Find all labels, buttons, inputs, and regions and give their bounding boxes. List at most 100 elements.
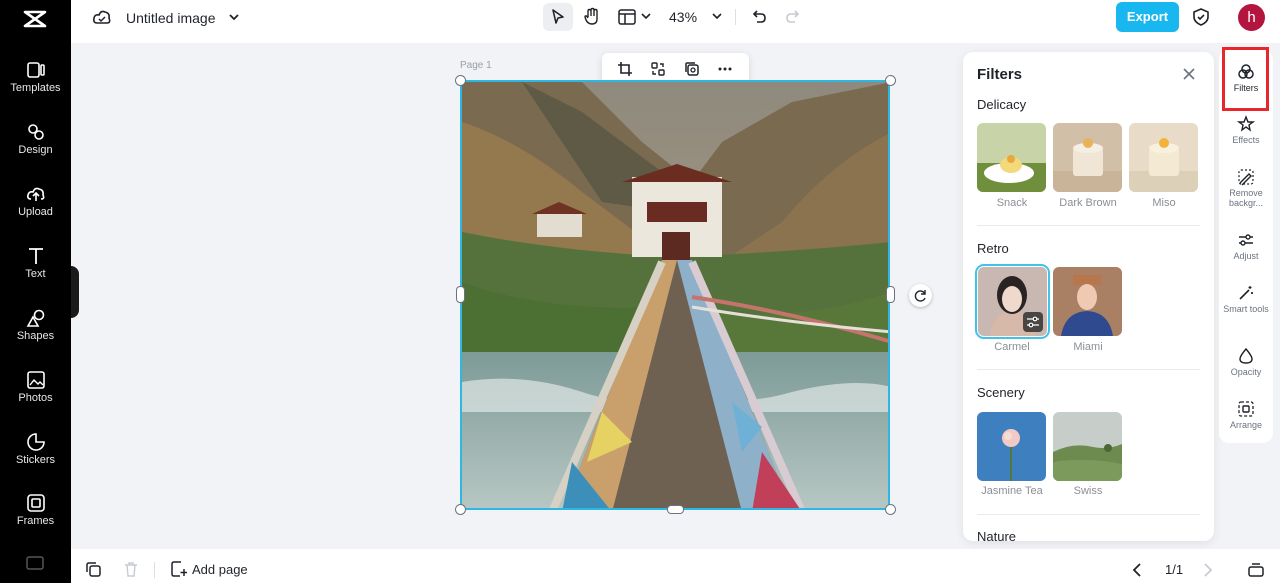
swiss-thumbnail — [1053, 412, 1122, 481]
duplicate-icon[interactable] — [684, 61, 700, 77]
chevron-down-icon[interactable] — [228, 12, 240, 22]
rail-item-arrange[interactable]: Arrange — [1219, 400, 1273, 430]
sidebar-item-label: Templates — [10, 82, 61, 94]
chevron-left-icon[interactable] — [1132, 563, 1142, 577]
duplicate-page-icon[interactable] — [86, 562, 101, 577]
filters-panel: Filters Delicacy Snack Dark Brown Miso R… — [963, 52, 1214, 541]
chevron-down-icon[interactable] — [712, 12, 722, 20]
sidebar-item-upload[interactable]: Upload — [0, 184, 71, 218]
document-title[interactable]: Untitled image — [126, 10, 216, 26]
canvas-image[interactable] — [460, 80, 890, 510]
resize-handle-right[interactable] — [886, 286, 895, 303]
rail-item-opacity[interactable]: Opacity — [1219, 347, 1273, 377]
filter-thumb-swiss[interactable] — [1053, 412, 1122, 481]
shapes-icon — [26, 309, 44, 327]
section-divider — [977, 369, 1200, 370]
replace-icon[interactable] — [650, 61, 666, 77]
section-title-nature: Nature — [977, 529, 1017, 541]
snack-thumbnail — [977, 123, 1046, 192]
redo-icon[interactable] — [785, 8, 801, 24]
section-divider — [977, 514, 1200, 515]
shield-icon[interactable] — [1193, 8, 1209, 26]
sidebar-item-label: Photos — [18, 392, 53, 404]
rail-item-remove-background[interactable]: Remove backgr... — [1219, 168, 1273, 208]
section-title-retro: Retro — [977, 241, 1009, 256]
zoom-level[interactable]: 43% — [669, 9, 697, 25]
rotate-icon — [914, 290, 926, 302]
rail-item-label: Effects — [1232, 135, 1260, 145]
rail-item-label: Remove backgr... — [1228, 188, 1264, 208]
pages-panel-icon[interactable] — [1248, 561, 1264, 577]
layout-icon[interactable] — [618, 9, 636, 25]
rail-item-adjust[interactable]: Adjust — [1219, 231, 1273, 261]
rail-item-label: Arrange — [1229, 420, 1263, 430]
filter-label: Carmel — [994, 341, 1030, 353]
resize-handle-bottom[interactable] — [667, 505, 684, 514]
chevron-down-icon[interactable] — [641, 12, 651, 20]
more-tools-icon[interactable] — [26, 556, 44, 570]
add-page-icon[interactable] — [171, 561, 187, 577]
close-icon[interactable] — [1181, 66, 1197, 82]
upload-icon — [26, 187, 44, 201]
resize-handle-bottom-right[interactable] — [885, 504, 896, 515]
capcut-logo-icon[interactable] — [22, 6, 48, 32]
page-counter: 1/1 — [1165, 562, 1184, 577]
filters-highlight-box — [1222, 47, 1269, 111]
frames-icon — [26, 494, 45, 512]
sidebar-item-frames[interactable]: Frames — [0, 493, 71, 527]
hand-tool-icon[interactable] — [583, 7, 601, 26]
filter-thumb-dark-brown[interactable] — [1053, 123, 1122, 192]
bottom-bar: Add page 1/1 — [71, 549, 1280, 583]
cloud-sync-icon[interactable] — [92, 8, 112, 26]
rail-item-smart-tools[interactable]: Smart tools — [1219, 284, 1273, 314]
text-icon — [28, 248, 43, 264]
filter-thumb-snack[interactable] — [977, 123, 1046, 192]
filter-label: Dark Brown — [1059, 197, 1117, 209]
bottom-divider — [154, 562, 155, 578]
jasmine-tea-thumbnail — [977, 412, 1046, 481]
select-tool-button[interactable] — [543, 3, 573, 31]
page-label: Page 1 — [460, 60, 492, 71]
export-button[interactable]: Export — [1116, 2, 1179, 32]
sidebar-item-label: Shapes — [16, 330, 55, 342]
resize-handle-top-left[interactable] — [455, 75, 466, 86]
undo-icon[interactable] — [751, 8, 767, 24]
sidebar-item-text[interactable]: Text — [0, 246, 71, 280]
miami-thumbnail — [1053, 267, 1122, 336]
filter-label: Jasmine Tea — [981, 485, 1043, 497]
avatar[interactable]: h — [1238, 4, 1265, 31]
adjust-filter-button[interactable] — [1023, 312, 1043, 332]
sidebar-item-stickers[interactable]: Stickers — [0, 432, 71, 466]
filter-thumb-miami[interactable] — [1053, 267, 1122, 336]
section-divider — [977, 225, 1200, 226]
photos-icon — [26, 371, 45, 389]
sidebar-item-design[interactable]: Design — [0, 122, 71, 156]
sidebar-item-shapes[interactable]: Shapes — [0, 308, 71, 342]
left-sidebar: Templates Design Upload Text Shapes Phot… — [0, 0, 71, 583]
sliders-icon — [1027, 316, 1039, 328]
add-page-button[interactable]: Add page — [192, 562, 248, 577]
rail-item-label: Opacity — [1230, 367, 1262, 377]
filter-thumb-miso[interactable] — [1129, 123, 1198, 192]
section-title-scenery: Scenery — [977, 385, 1025, 400]
filter-thumb-jasmine-tea[interactable] — [977, 412, 1046, 481]
design-icon — [27, 124, 44, 140]
miso-thumbnail — [1129, 123, 1198, 192]
sidebar-item-label: Text — [25, 268, 46, 280]
filter-thumb-carmel[interactable] — [975, 264, 1050, 339]
resize-handle-top-right[interactable] — [885, 75, 896, 86]
sidebar-item-label: Stickers — [15, 454, 56, 466]
rail-item-effects[interactable]: Effects — [1219, 115, 1273, 145]
crop-icon[interactable] — [617, 61, 633, 77]
adjust-icon — [1239, 234, 1253, 246]
filter-label: Miami — [1073, 341, 1103, 353]
sidebar-item-photos[interactable]: Photos — [0, 370, 71, 404]
sidebar-collapse-handle[interactable] — [71, 266, 79, 318]
chevron-right-icon[interactable] — [1203, 563, 1213, 577]
resize-handle-bottom-left[interactable] — [455, 504, 466, 515]
sidebar-item-templates[interactable]: Templates — [0, 60, 71, 94]
resize-handle-left[interactable] — [456, 286, 465, 303]
trash-icon[interactable] — [124, 562, 138, 577]
more-icon[interactable] — [717, 61, 733, 77]
rotate-button[interactable] — [909, 284, 932, 307]
